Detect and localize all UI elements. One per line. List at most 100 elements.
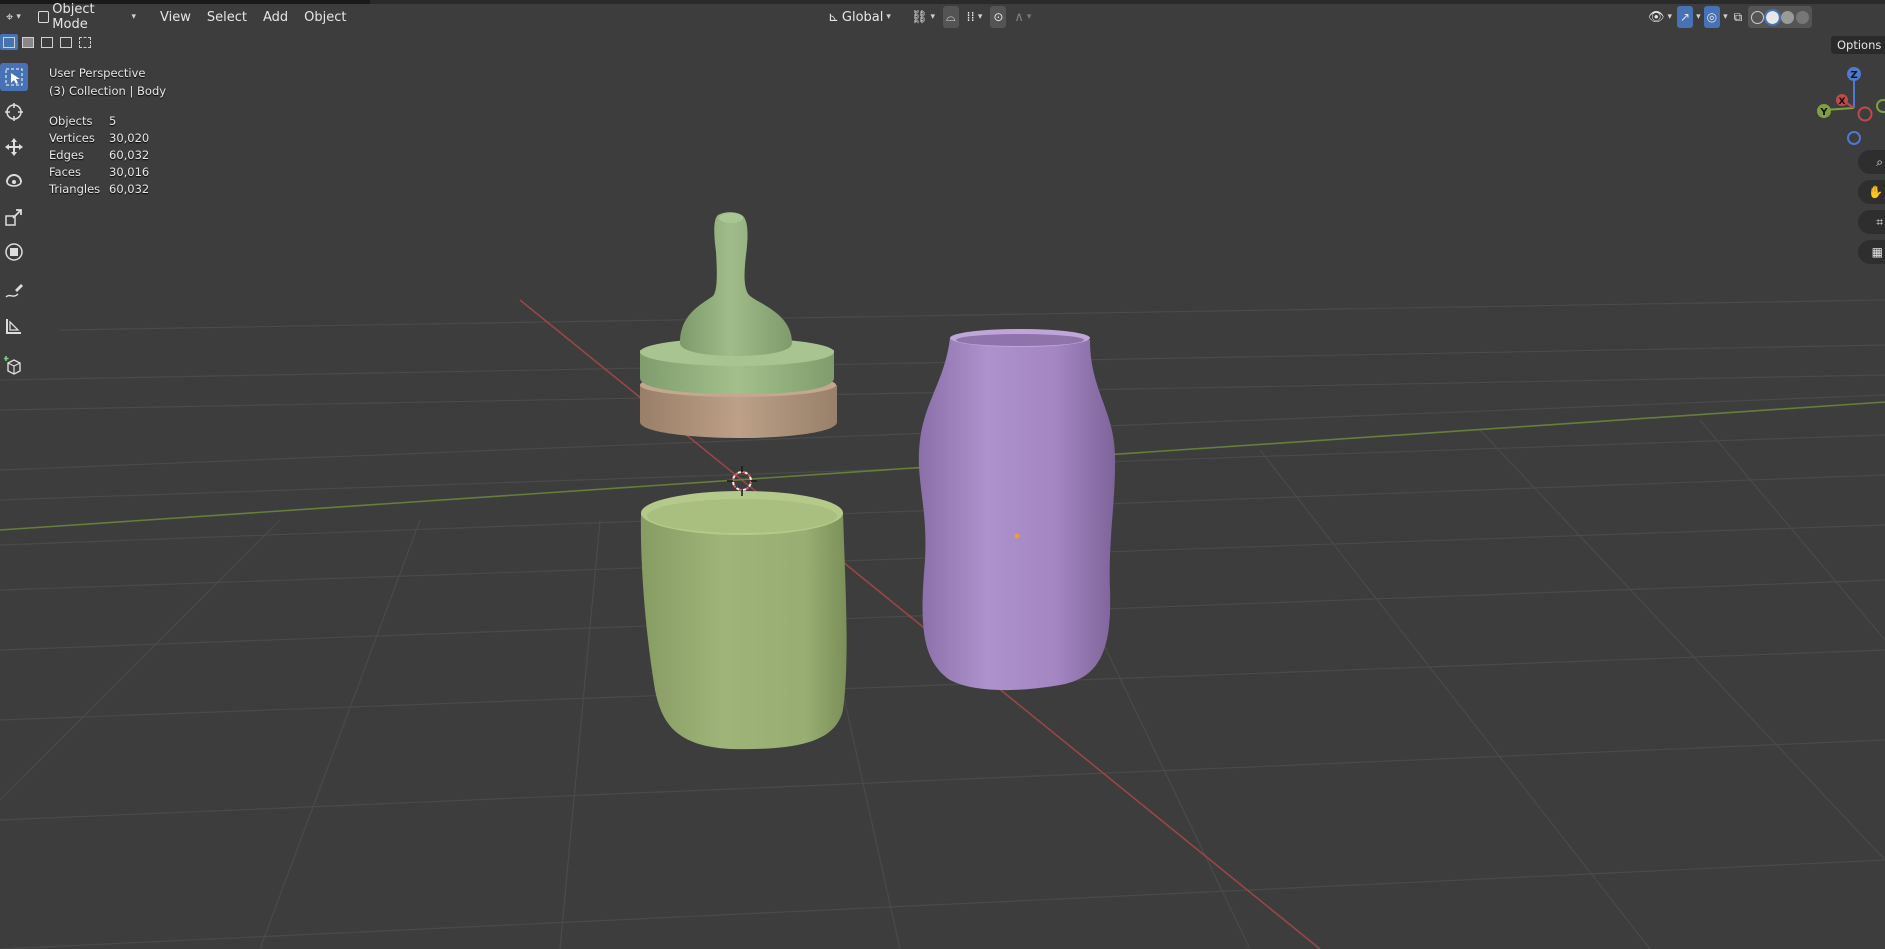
tool-scale[interactable] [0, 203, 28, 231]
select-new-mode[interactable] [0, 34, 18, 50]
magnet-icon: ⌓ [946, 9, 956, 24]
menu-add[interactable]: Add [255, 6, 296, 28]
stat-row: Faces 30,016 [49, 163, 149, 180]
tool-add-cube[interactable] [0, 351, 28, 379]
camera-view-button[interactable]: ⌗ [1858, 210, 1885, 234]
tool-move[interactable] [0, 133, 28, 161]
view-name: User Perspective [49, 66, 146, 80]
selection-mode-row [0, 34, 94, 50]
gizmo-neg-x[interactable] [1857, 106, 1873, 122]
visibility-selector[interactable]: 👁 ▾ [1646, 6, 1674, 28]
object-mode-icon [38, 11, 50, 23]
green-bottle-body[interactable] [640, 491, 847, 750]
zoom-button[interactable]: ⌕ [1858, 150, 1885, 174]
xray-toggle[interactable]: ⧉ [1731, 6, 1746, 28]
wireframe-shading-icon[interactable] [1751, 10, 1765, 24]
pan-button[interactable]: ✋ [1858, 180, 1885, 204]
viewport-icon: ⌖ [6, 9, 14, 25]
proportional-edit-icon: ⊙ [993, 10, 1004, 24]
menu-view[interactable]: View [152, 6, 199, 28]
gizmo-neg-z[interactable] [1847, 131, 1861, 145]
mode-selector[interactable]: Object Mode ▾ [32, 2, 142, 32]
xray-icon: ⧉ [1733, 9, 1743, 24]
tool-rotate[interactable] [0, 168, 28, 196]
transform-icon [5, 243, 23, 261]
transform-orientation-selector[interactable]: ⊾ Global ▾ [822, 6, 897, 28]
snap-target-selector[interactable]: ⁞⁞ ▾ [961, 6, 989, 28]
mode-label: Object Mode [52, 2, 95, 32]
solid-shading-icon[interactable] [1764, 8, 1782, 26]
link-icon: ⛓ [911, 9, 928, 25]
orientation-axes-icon: ⊾ [828, 9, 839, 25]
tool-annotate[interactable] [0, 277, 28, 305]
zoom-icon: ⌕ [1876, 154, 1883, 169]
rotate-icon [6, 174, 22, 187]
stat-label: Objects [49, 113, 93, 128]
select-box-icon [5, 68, 23, 86]
viewport-header: ⌖ ▾ Object Mode ▾ View Select Add Object … [0, 2, 1885, 32]
gizmo-icon: ↗ [1680, 10, 1691, 24]
chevron-down-icon: ▾ [1026, 12, 1032, 22]
stat-row: Triangles 60,032 [49, 180, 149, 197]
select-invert-icon [60, 36, 72, 48]
select-invert-mode[interactable] [57, 34, 75, 50]
stat-value: 30,016 [109, 164, 150, 179]
chevron-down-icon[interactable]: ▾ [1696, 12, 1701, 22]
chevron-down-icon: ▾ [131, 12, 136, 22]
header-menus: View Select Add Object [152, 6, 354, 28]
stat-row: Objects 5 [49, 112, 149, 129]
gizmo-toggle[interactable]: ↗ [1677, 6, 1694, 28]
tool-measure[interactable] [0, 312, 28, 340]
editor-type-selector[interactable]: ⌖ ▾ [0, 6, 26, 28]
select-intersect-icon [79, 36, 91, 48]
rendered-shading-icon[interactable] [1796, 10, 1810, 24]
gizmo-z-label: Z [1850, 70, 1857, 81]
tool-transform[interactable] [0, 238, 28, 266]
tool-shelf [0, 63, 28, 386]
bottle-nipple[interactable] [680, 212, 792, 356]
camera-icon: ⌗ [1876, 214, 1883, 229]
chevron-down-icon[interactable]: ▾ [1723, 12, 1728, 22]
overlays-toggle[interactable]: ◎ [1703, 6, 1721, 28]
falloff-selector[interactable]: ∧ ▾ [1008, 6, 1037, 28]
stat-label: Edges [49, 147, 84, 162]
orientation-label: Global [841, 9, 884, 25]
menu-object[interactable]: Object [296, 6, 354, 28]
grid-dots-icon: ⁞⁞ [966, 9, 975, 25]
add-cube-icon [4, 356, 21, 375]
proportional-edit-toggle[interactable]: ⊙ [990, 6, 1007, 28]
stat-label: Triangles [49, 181, 101, 196]
falloff-curve-icon: ∧ [1014, 9, 1024, 25]
cursor-icon [5, 103, 23, 121]
stat-value: 5 [109, 113, 117, 128]
gizmo-neg-y[interactable] [1876, 99, 1885, 113]
object-origin-dot [1014, 533, 1020, 539]
select-extend-mode[interactable] [19, 34, 37, 50]
navigation-gizmo[interactable]: Z Y X [1810, 60, 1885, 150]
menu-select[interactable]: Select [199, 6, 255, 28]
select-intersect-mode[interactable] [76, 34, 94, 50]
snap-toggle[interactable]: ⌓ [943, 6, 959, 28]
select-new-icon [3, 36, 15, 48]
ortho-toggle-button[interactable]: ▦ [1858, 240, 1885, 264]
material-shading-icon[interactable] [1781, 10, 1795, 24]
move-icon [5, 138, 23, 156]
options-button[interactable]: Options [1831, 36, 1885, 54]
chevron-down-icon: ▾ [930, 12, 936, 22]
grid-icon: ▦ [1871, 245, 1883, 259]
stat-value: 60,032 [109, 181, 150, 196]
pivot-point-selector[interactable]: ⛓ ▾ [905, 6, 941, 28]
viewport-shading-controls: 👁 ▾ ↗ ▾ ◎ ▾ ⧉ [1646, 6, 1813, 28]
purple-bottle-body[interactable] [918, 329, 1116, 691]
select-extend-icon [22, 36, 34, 48]
chevron-down-icon: ▾ [977, 12, 983, 22]
hand-icon: ✋ [1868, 185, 1883, 199]
stat-label: Faces [49, 164, 81, 179]
select-subtract-mode[interactable] [38, 34, 56, 50]
tool-select-box[interactable] [0, 63, 28, 91]
tool-cursor[interactable] [0, 98, 28, 126]
active-collection-label: (3) Collection | Body [49, 84, 167, 98]
stat-value: 30,020 [109, 130, 150, 145]
chevron-down-icon: ▾ [16, 12, 21, 22]
3d-viewport[interactable] [0, 0, 1885, 949]
